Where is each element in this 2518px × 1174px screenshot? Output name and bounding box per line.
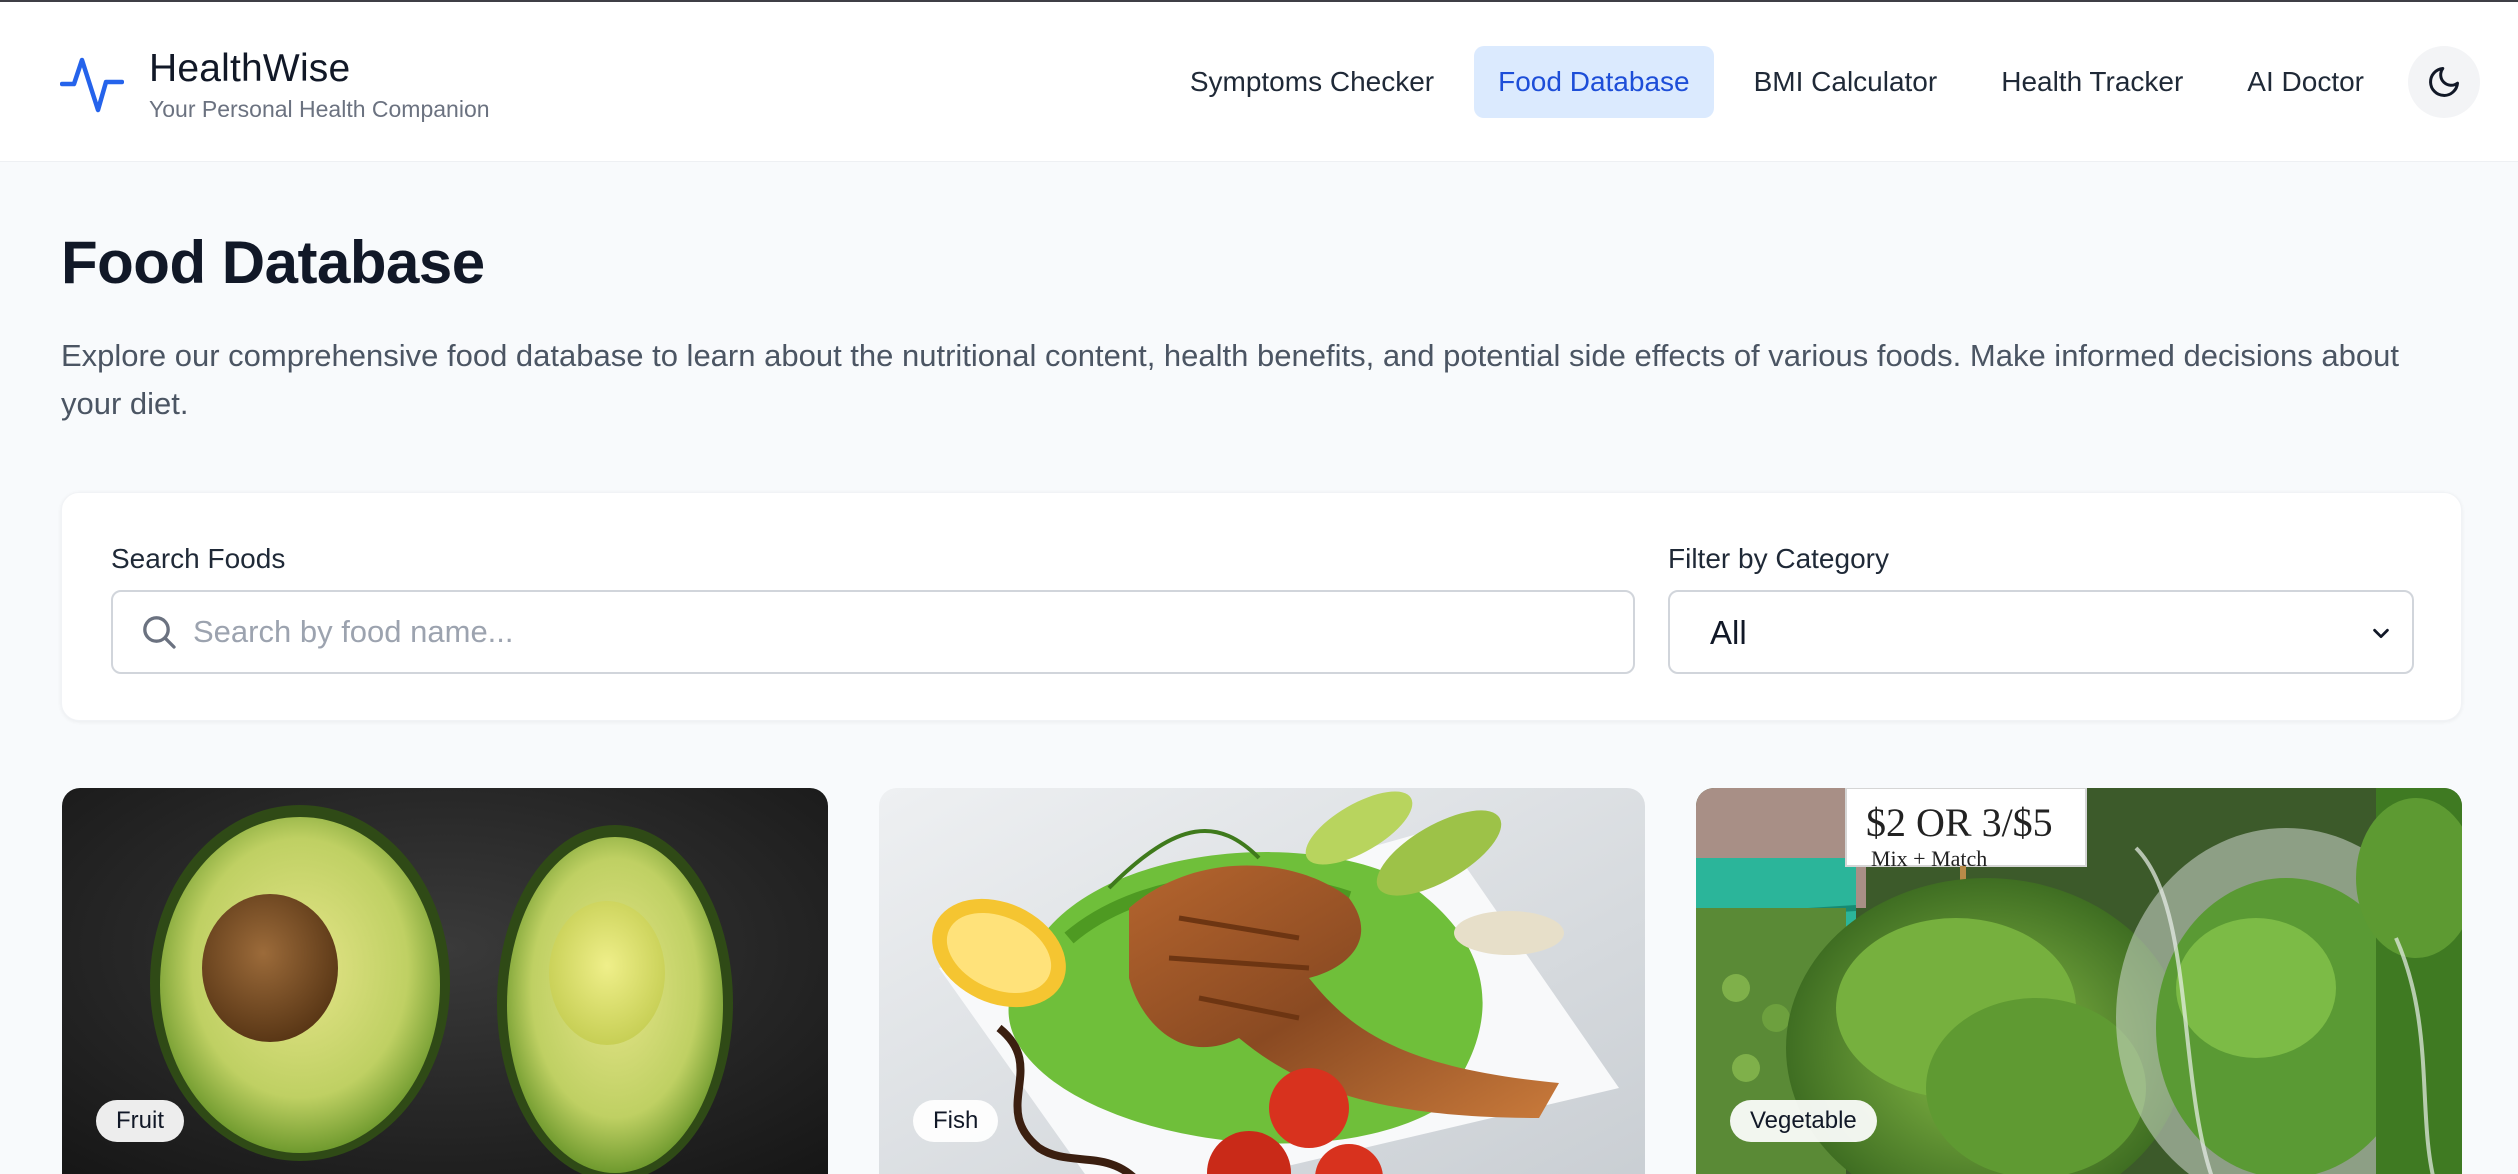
category-badge: Vegetable xyxy=(1730,1100,1877,1142)
category-badge: Fish xyxy=(913,1100,999,1142)
food-card-avocado[interactable]: Fruit xyxy=(62,788,828,1174)
brand[interactable]: HealthWise Your Personal Health Companio… xyxy=(60,46,490,124)
search-input[interactable] xyxy=(193,592,1613,672)
price-sign-subtext: Mix + Match xyxy=(1871,846,1987,871)
search-icon xyxy=(143,616,176,649)
brand-title: HealthWise xyxy=(149,47,351,90)
chevron-down-icon xyxy=(2373,628,2389,639)
category-filter-label: Filter by Category xyxy=(1668,543,1889,574)
food-card-vegetable[interactable]: $2 OR 3/$5 Mix + Match Vegetable xyxy=(1696,788,2462,1174)
nav-health-tracker[interactable]: Health Tracker xyxy=(1977,46,2207,118)
search-label: Search Foods xyxy=(111,543,286,574)
app-header: HealthWise Your Personal Health Companio… xyxy=(0,2,2518,162)
nav-food-database[interactable]: Food Database xyxy=(1474,46,1714,118)
nav-symptoms-checker[interactable]: Symptoms Checker xyxy=(1166,46,1458,118)
brand-subtitle: Your Personal Health Companion xyxy=(149,96,490,122)
food-card-salmon[interactable]: Fish xyxy=(879,788,1645,1174)
category-badge: Fruit xyxy=(96,1100,184,1142)
category-select[interactable]: All xyxy=(1668,590,2414,674)
nav-ai-doctor[interactable]: AI Doctor xyxy=(2223,46,2388,118)
main-nav: Symptoms Checker Food Database BMI Calcu… xyxy=(1150,46,2480,118)
price-sign-text: $2 OR 3/$5 xyxy=(1866,800,2053,845)
activity-pulse-icon xyxy=(60,57,124,113)
category-select-value: All xyxy=(1710,614,1747,651)
filter-card: Search Foods Filter by Category All xyxy=(61,492,2462,721)
page-title: Food Database xyxy=(61,229,485,296)
theme-toggle-button[interactable] xyxy=(2408,46,2480,118)
search-field[interactable] xyxy=(111,590,1635,674)
moon-icon xyxy=(2429,67,2459,97)
page-description: Explore our comprehensive food database … xyxy=(61,338,2399,421)
nav-bmi-calculator[interactable]: BMI Calculator xyxy=(1730,46,1962,118)
